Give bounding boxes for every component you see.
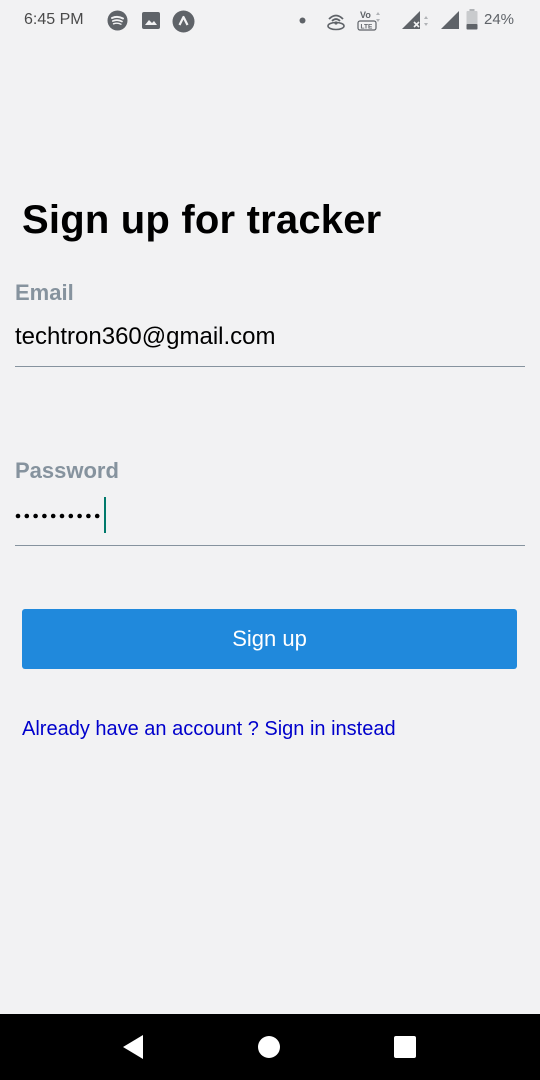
status-time: 6:45 PM (24, 11, 84, 28)
text-cursor (104, 497, 106, 533)
email-field[interactable]: techtron360@gmail.com (15, 323, 275, 351)
sign-up-button[interactable]: Sign up (22, 609, 517, 669)
password-mask (15, 513, 100, 519)
page-title: Sign up for tracker (22, 198, 382, 242)
dot-icon (299, 17, 306, 24)
sign-up-screen: 6:45 PM Vo LTE 24% Sign up for tracker E… (0, 0, 540, 1080)
password-dot (42, 513, 47, 519)
hotspot-icon (327, 14, 345, 31)
back-icon (123, 1035, 143, 1059)
app-icon (172, 10, 195, 33)
recents-icon (394, 1036, 416, 1058)
email-underline (15, 366, 525, 367)
sign-in-link[interactable]: Already have an account ? Sign in instea… (22, 718, 396, 741)
signal-icon (441, 11, 459, 29)
navigation-bar (0, 1014, 540, 1080)
password-dot (15, 513, 21, 519)
home-button[interactable] (229, 1014, 309, 1080)
password-dot (77, 513, 82, 519)
gallery-icon (142, 12, 160, 29)
password-dot (86, 513, 91, 519)
password-field[interactable] (15, 490, 525, 545)
svg-text:Vo: Vo (360, 10, 371, 20)
spotify-icon (107, 10, 128, 31)
home-icon (258, 1036, 280, 1058)
password-dot (94, 513, 100, 519)
password-label: Password (15, 458, 119, 483)
password-dot (24, 513, 30, 519)
password-dot (68, 513, 74, 519)
battery-icon (466, 9, 478, 30)
back-button[interactable] (93, 1014, 173, 1080)
signal-icon (402, 11, 428, 29)
recents-button[interactable] (365, 1014, 445, 1080)
status-bar: 6:45 PM Vo LTE 24% (0, 0, 540, 40)
email-label: Email (15, 280, 74, 305)
password-dot (59, 513, 65, 519)
battery-percent: 24% (484, 11, 515, 28)
password-underline (15, 545, 525, 546)
password-dot (50, 513, 56, 519)
password-dot (33, 513, 38, 519)
svg-text:LTE: LTE (361, 24, 373, 31)
volte-icon: Vo LTE (357, 10, 380, 31)
